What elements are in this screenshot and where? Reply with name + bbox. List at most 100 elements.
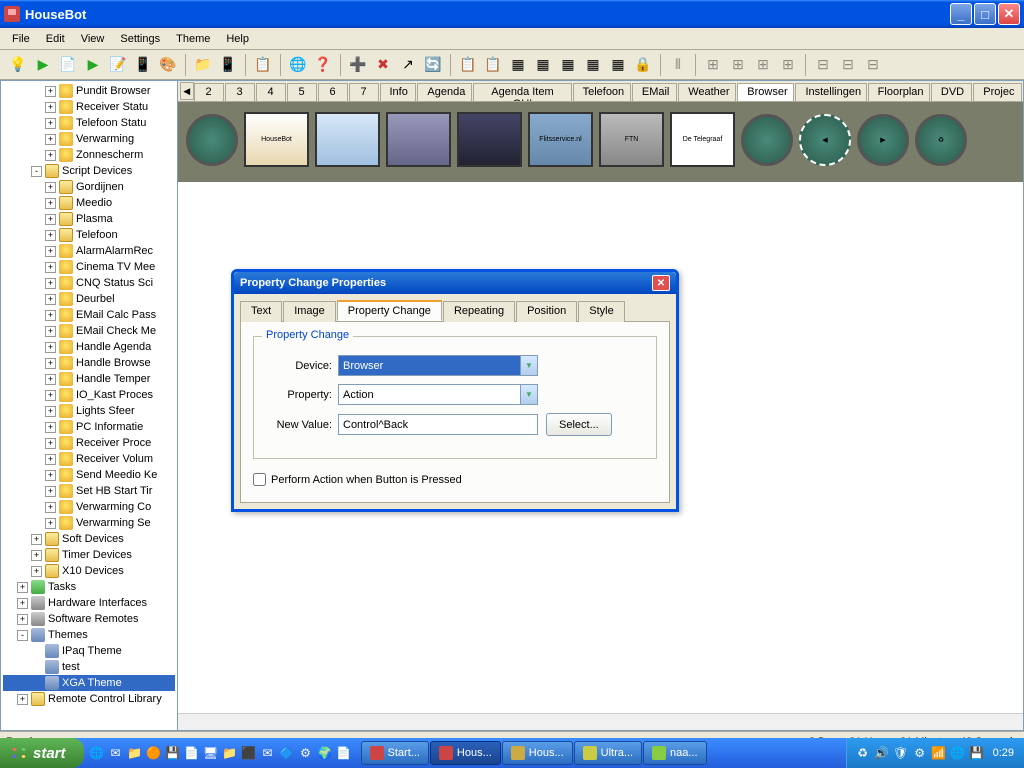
tab-browser[interactable]: Browser (737, 83, 794, 102)
thumbnail[interactable]: De Telegraaf (670, 112, 735, 167)
copy-icon[interactable]: 📋 (456, 53, 480, 77)
tree-item[interactable]: +X10 Devices (3, 563, 175, 579)
tab-style[interactable]: Style (578, 301, 624, 322)
arrow-up-icon[interactable]: ↗ (396, 53, 420, 77)
dropdown-icon[interactable]: ▼ (520, 356, 537, 375)
expand-icon[interactable]: - (31, 166, 42, 177)
doc-icon[interactable]: 📋 (251, 53, 275, 77)
refresh-icon[interactable]: 🔄 (421, 53, 445, 77)
delete-icon[interactable]: ✖ (371, 53, 395, 77)
thumbnail[interactable]: FTN (599, 112, 664, 167)
align1-icon[interactable]: ⫴ (666, 53, 690, 77)
tree-item[interactable]: +Receiver Volum (3, 451, 175, 467)
tray-icon[interactable]: 🌐 (950, 745, 966, 761)
thumbnail[interactable] (386, 112, 451, 167)
ql-icon[interactable]: 🌍 (316, 744, 334, 762)
tree-item[interactable]: +Meedio (3, 195, 175, 211)
tab-weather[interactable]: Weather (678, 83, 736, 101)
tree-item[interactable]: +Lights Sfeer (3, 403, 175, 419)
tab-telefoon[interactable]: Telefoon (573, 83, 631, 101)
align4-icon[interactable]: ⊞ (751, 53, 775, 77)
calc-icon[interactable]: 📱 (216, 53, 240, 77)
expand-icon[interactable]: + (45, 102, 56, 113)
expand-icon[interactable]: + (45, 118, 56, 129)
tab-5[interactable]: 5 (287, 83, 317, 101)
expand-icon[interactable]: + (31, 550, 42, 561)
tab-image[interactable]: Image (283, 301, 336, 322)
tab-4[interactable]: 4 (256, 83, 286, 101)
expand-icon[interactable]: + (45, 470, 56, 481)
content-hscroll[interactable] (178, 713, 1023, 730)
maximize-button[interactable]: □ (974, 3, 996, 25)
taskbar-button[interactable]: Hous... (502, 741, 573, 765)
tray-icon[interactable]: 🛡 (893, 745, 909, 761)
menu-help[interactable]: Help (218, 30, 257, 48)
device-select[interactable]: Browser ▼ (338, 355, 538, 376)
tree-item[interactable]: +Set HB Start Tir (3, 483, 175, 499)
tree-item[interactable]: IPaq Theme (3, 643, 175, 659)
menu-view[interactable]: View (73, 30, 113, 48)
expand-icon[interactable]: + (45, 294, 56, 305)
tab-property-change[interactable]: Property Change (337, 300, 442, 321)
size2-icon[interactable]: ⊟ (836, 53, 860, 77)
tree-item[interactable]: +Send Meedio Ke (3, 467, 175, 483)
expand-icon[interactable]: + (17, 694, 28, 705)
expand-icon[interactable]: + (45, 406, 56, 417)
align5-icon[interactable]: ⊞ (776, 53, 800, 77)
tree-item[interactable]: -Script Devices (3, 163, 175, 179)
align3-icon[interactable]: ⊞ (726, 53, 750, 77)
thumbnail[interactable] (186, 114, 238, 166)
tree-item[interactable]: +Hardware Interfaces (3, 595, 175, 611)
tree-item[interactable]: test (3, 659, 175, 675)
ql-icon[interactable]: ⬛ (240, 744, 258, 762)
perform-action-checkbox[interactable] (253, 473, 266, 486)
ql-icon[interactable]: 📁 (221, 744, 239, 762)
tree-item[interactable]: +Soft Devices (3, 531, 175, 547)
ql-icon[interactable]: 💾 (164, 744, 182, 762)
menu-file[interactable]: File (4, 30, 38, 48)
globe-icon[interactable]: 🌐 (286, 53, 310, 77)
tree-item[interactable]: +Tasks (3, 579, 175, 595)
ql-ie-icon[interactable]: 🌐 (88, 744, 106, 762)
tree-item[interactable]: +Verwarming Se (3, 515, 175, 531)
tree-item[interactable]: +Handle Browse (3, 355, 175, 371)
dialog-close-button[interactable]: ✕ (652, 275, 670, 291)
thumbnail[interactable] (315, 112, 380, 167)
tree-item[interactable]: +Handle Agenda (3, 339, 175, 355)
thumbnail[interactable] (741, 114, 793, 166)
help-icon[interactable]: ❓ (311, 53, 335, 77)
tree-item[interactable]: +IO_Kast Proces (3, 387, 175, 403)
thumbnail[interactable]: ◀ (799, 114, 851, 166)
newvalue-input[interactable] (338, 414, 538, 435)
tree-item[interactable]: XGA Theme (3, 675, 175, 691)
expand-icon[interactable]: + (45, 230, 56, 241)
size3-icon[interactable]: ⊟ (861, 53, 885, 77)
tree-item[interactable]: +PC Informatie (3, 419, 175, 435)
folder-icon[interactable]: 📁 (191, 53, 215, 77)
ql-icon[interactable]: 📄 (183, 744, 201, 762)
expand-icon[interactable]: + (45, 326, 56, 337)
expand-icon[interactable]: + (31, 566, 42, 577)
tab-repeating[interactable]: Repeating (443, 301, 515, 322)
ql-icon[interactable]: ✉ (259, 744, 277, 762)
expand-icon[interactable]: + (17, 582, 28, 593)
close-button[interactable]: ✕ (998, 3, 1020, 25)
start-button[interactable]: start (0, 738, 84, 768)
tree-item[interactable]: +Handle Temper (3, 371, 175, 387)
expand-icon[interactable]: + (45, 278, 56, 289)
play2-icon[interactable]: ▶ (81, 53, 105, 77)
tab-3[interactable]: 3 (225, 83, 255, 101)
tree-hscroll[interactable] (1, 730, 177, 731)
menu-settings[interactable]: Settings (112, 30, 168, 48)
tab-2[interactable]: 2 (194, 83, 224, 101)
ql-icon[interactable]: 📁 (126, 744, 144, 762)
ql-icon[interactable]: 🟠 (145, 744, 163, 762)
remote-icon[interactable]: 📱 (131, 53, 155, 77)
tree-item[interactable]: +Plasma (3, 211, 175, 227)
tab-instellingen[interactable]: Instellingen (795, 83, 866, 101)
layer1-icon[interactable]: ▦ (506, 53, 530, 77)
expand-icon[interactable]: + (45, 486, 56, 497)
tray-icon[interactable]: 📶 (931, 745, 947, 761)
tree-item[interactable]: +Telefoon (3, 227, 175, 243)
tree-item[interactable]: +Cinema TV Mee (3, 259, 175, 275)
